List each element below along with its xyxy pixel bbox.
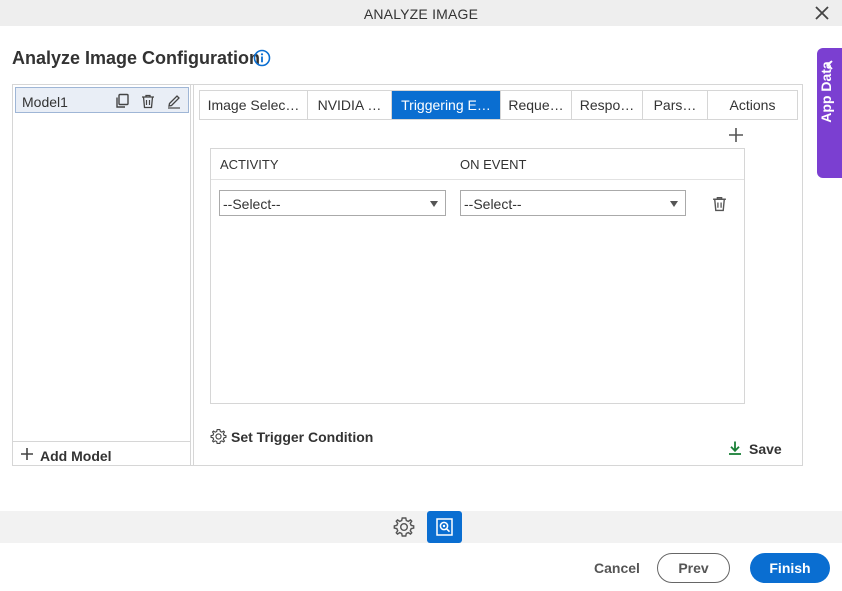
on-event-select-value: --Select--	[464, 196, 522, 212]
activity-select-value: --Select--	[223, 196, 281, 212]
dialog-title: ANALYZE IMAGE	[363, 6, 479, 22]
model-name: Model1	[22, 94, 68, 110]
column-header-activity: ACTIVITY	[220, 157, 279, 172]
gear-icon	[210, 428, 227, 445]
on-event-select[interactable]: --Select--	[460, 190, 686, 216]
triggering-events-grid: ACTIVITY ON EVENT --Select-- --Select--	[210, 148, 745, 404]
app-data-label: App Data	[818, 61, 834, 123]
model-settings-panel: Image Selec… NVIDIA … Triggering E… Requ…	[193, 85, 802, 465]
copy-icon[interactable]	[114, 93, 130, 109]
delete-row-icon[interactable]	[711, 195, 728, 212]
column-header-on-event: ON EVENT	[460, 157, 527, 172]
cancel-button[interactable]: Cancel	[594, 560, 640, 576]
add-row-icon[interactable]	[727, 126, 745, 144]
tab-actions[interactable]: Actions	[708, 91, 797, 119]
tab-image-selection[interactable]: Image Selec…	[200, 91, 308, 119]
grid-header: ACTIVITY ON EVENT	[211, 149, 744, 180]
plus-icon	[21, 448, 33, 460]
info-icon[interactable]	[253, 49, 271, 67]
configuration-panel: Model1 Add Model Image Selec… NVIDIA … T…	[12, 84, 803, 466]
activity-select[interactable]: --Select--	[219, 190, 446, 216]
settings-tabs: Image Selec… NVIDIA … Triggering E… Requ…	[199, 90, 798, 120]
tab-response[interactable]: Respo…	[572, 91, 643, 119]
tab-triggering-events[interactable]: Triggering E…	[392, 91, 501, 119]
add-model-label: Add Model	[40, 448, 112, 464]
model-list-panel: Model1 Add Model	[13, 85, 191, 465]
close-icon[interactable]	[813, 4, 831, 22]
analyze-image-view-button[interactable]	[427, 511, 462, 543]
edit-icon[interactable]	[166, 93, 182, 109]
settings-gear-icon[interactable]	[393, 516, 415, 538]
page-title: Analyze Image Configuration	[12, 48, 261, 68]
dialog-title-bar: ANALYZE IMAGE	[0, 0, 842, 26]
delete-icon[interactable]	[140, 93, 156, 109]
save-label: Save	[749, 441, 782, 457]
image-analyze-icon	[436, 518, 453, 536]
tab-nvidia[interactable]: NVIDIA …	[308, 91, 392, 119]
set-trigger-condition-label: Set Trigger Condition	[231, 429, 374, 445]
finish-button[interactable]: Finish	[750, 553, 830, 583]
tab-request[interactable]: Reque…	[501, 91, 572, 119]
model-list-item[interactable]: Model1	[15, 87, 189, 113]
app-data-tab[interactable]: App Data	[817, 48, 842, 178]
tab-parse[interactable]: Pars…	[643, 91, 708, 119]
add-model-button[interactable]: Add Model	[13, 441, 190, 465]
download-icon	[729, 441, 741, 455]
prev-button[interactable]: Prev	[657, 553, 730, 583]
dropdown-arrow-icon	[430, 201, 438, 207]
bottom-toolbar	[0, 511, 842, 543]
dropdown-arrow-icon	[670, 201, 678, 207]
